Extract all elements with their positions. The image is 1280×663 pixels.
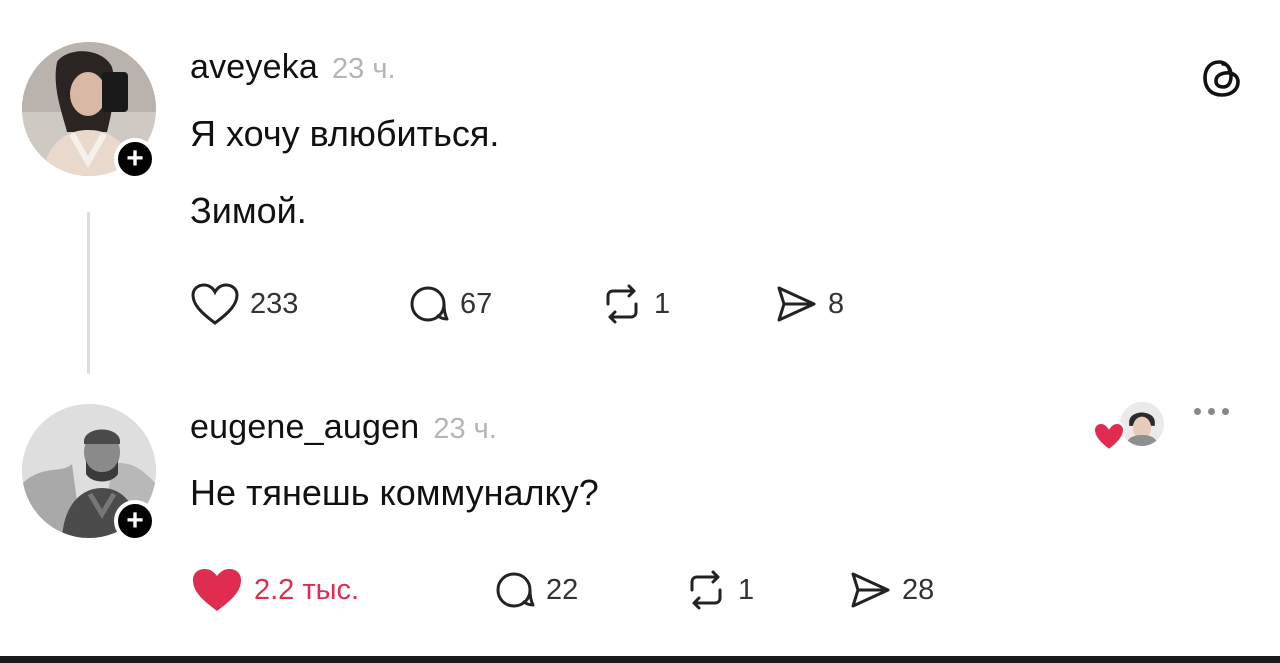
repost-icon (690, 570, 722, 610)
repost-button[interactable]: 1 (600, 282, 774, 326)
repost-count: 1 (654, 287, 671, 320)
more-options-icon[interactable] (1194, 408, 1229, 415)
heart-outline-icon (191, 283, 239, 325)
share-button[interactable]: 28 (848, 568, 934, 612)
comment-icon (410, 286, 449, 322)
like-button[interactable]: 2.2 тыс. (190, 566, 492, 614)
like-count: 233 (250, 287, 299, 320)
post-text-line: Зимой. (190, 190, 307, 231)
post-time: 23 ч. (433, 413, 497, 445)
threads-logo-icon (1196, 52, 1248, 104)
post-text-line: Я хочу влюбиться. (190, 113, 500, 154)
like-button[interactable]: 233 (190, 282, 406, 326)
reply-count: 67 (460, 287, 493, 320)
share-button[interactable]: 8 (774, 282, 844, 326)
reply-button[interactable]: 67 (406, 282, 600, 326)
bottom-divider (0, 656, 1280, 663)
like-count: 2.2 тыс. (254, 573, 360, 606)
username[interactable]: eugene_augen (190, 408, 419, 447)
thread-connector-line (87, 212, 90, 374)
repost-icon (606, 284, 638, 324)
share-count: 8 (828, 287, 845, 320)
send-icon (851, 572, 890, 608)
heart-filled-icon (193, 569, 241, 611)
repost-button[interactable]: 1 (684, 568, 848, 612)
post-time: 23 ч. (332, 53, 396, 85)
reply-button[interactable]: 22 (492, 568, 684, 612)
username[interactable]: aveyeka (190, 48, 318, 87)
post-text-line: Не тянешь коммуналку? (190, 472, 599, 513)
repost-count: 1 (738, 573, 755, 606)
heart-icon (1092, 421, 1126, 452)
send-icon (777, 286, 816, 322)
follow-plus-button[interactable]: + (114, 500, 156, 542)
share-count: 28 (902, 573, 935, 606)
comment-icon (496, 572, 535, 608)
reply-count: 22 (546, 573, 579, 606)
follow-plus-button[interactable]: + (114, 138, 156, 180)
